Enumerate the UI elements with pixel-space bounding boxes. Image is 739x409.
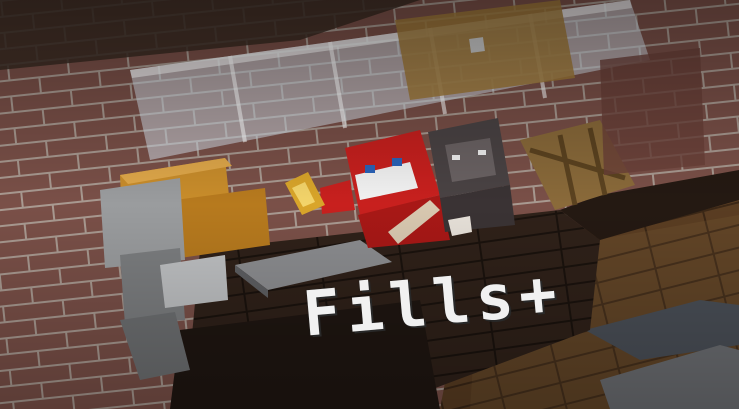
scene-graphics (0, 0, 739, 409)
vignette-overlay (0, 0, 739, 409)
game-scene: Fills+ (0, 0, 739, 409)
